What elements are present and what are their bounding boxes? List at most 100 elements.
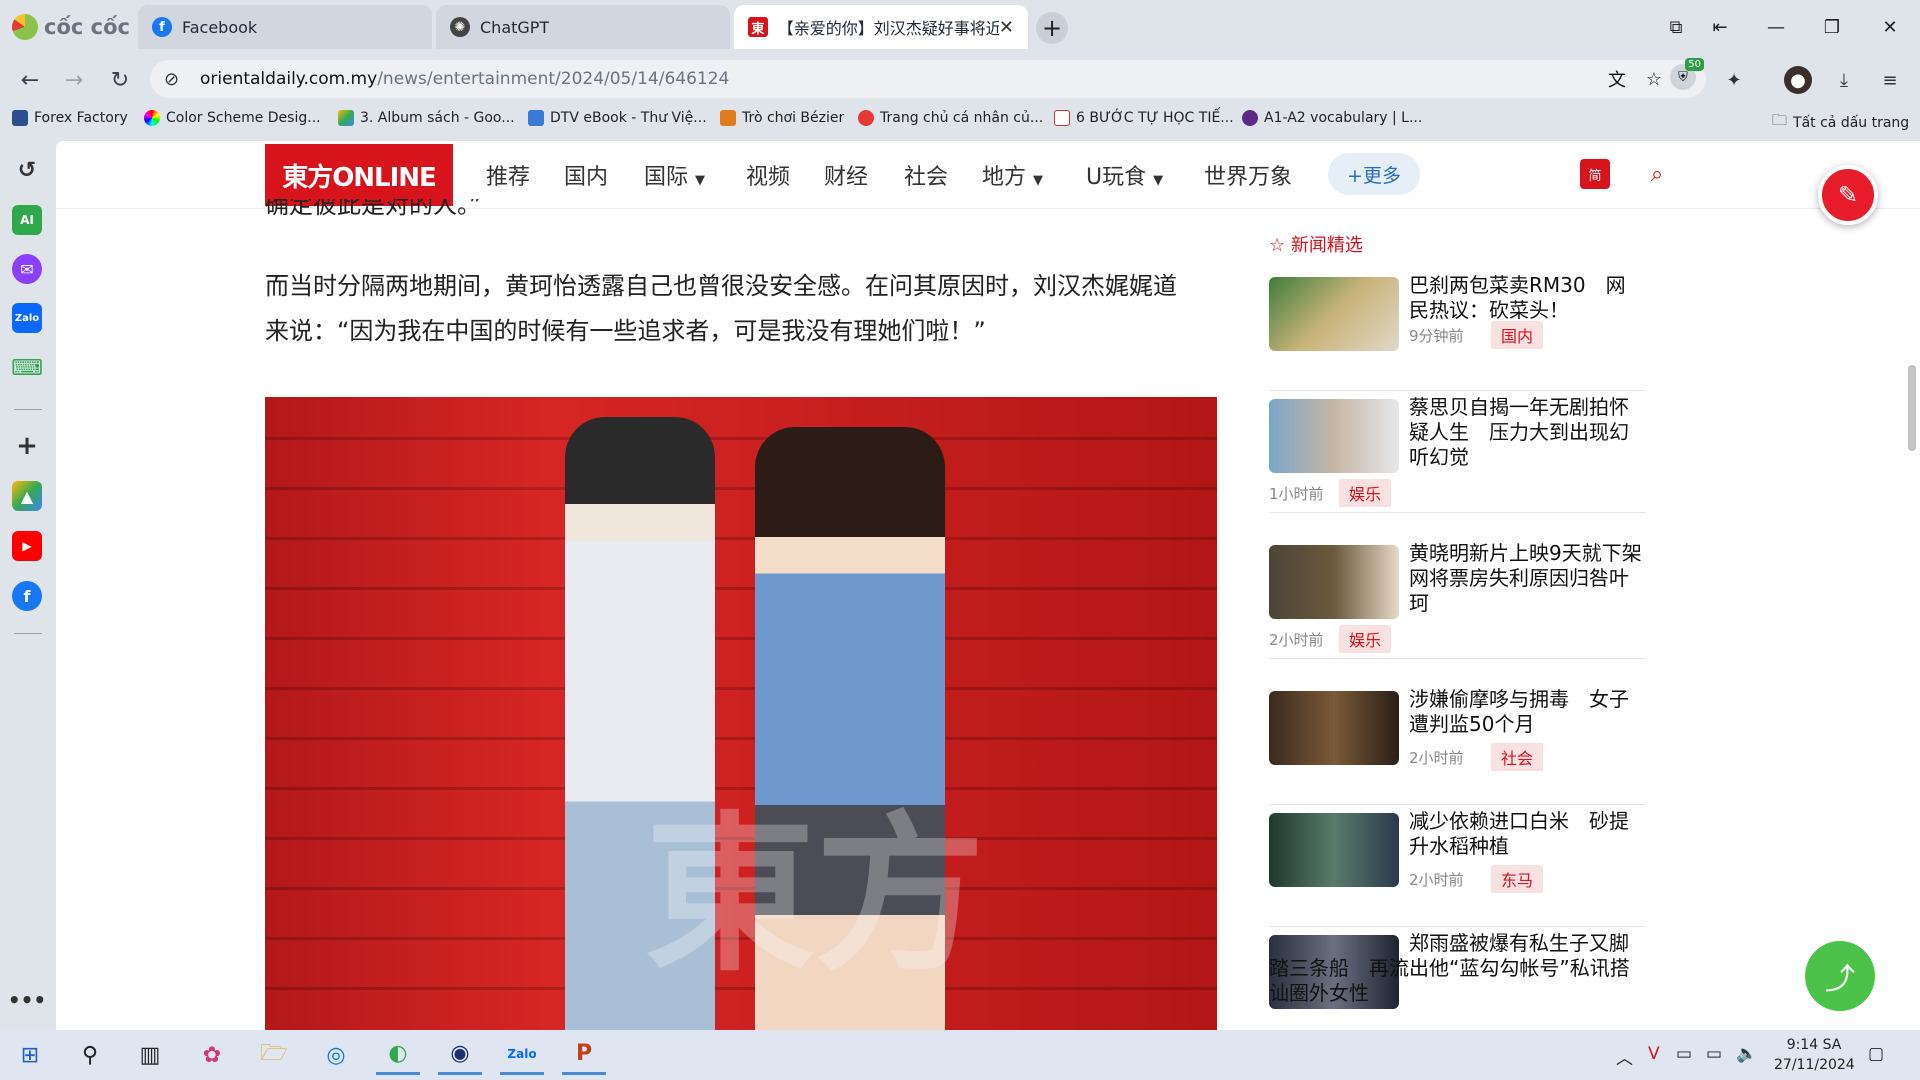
bookmark-label: Forex Factory: [34, 110, 128, 126]
tab-chatgpt[interactable]: ✺ ChatGPT: [436, 5, 730, 49]
bookmark-item[interactable]: DTV eBook - Thư Việ...: [528, 110, 707, 126]
forward-button[interactable]: →: [58, 64, 90, 96]
news-item[interactable]: 黄晓明新片上映9天就下架 网将票房失利原因归咎叶珂 2小时前 娱乐: [1269, 537, 1662, 659]
copilot-icon[interactable]: ✿: [190, 1035, 234, 1075]
site-info-icon[interactable]: ⊘: [164, 69, 179, 90]
news-item[interactable]: 减少依赖进口白米 砂提升水稻种植 2小时前 东马: [1269, 805, 1645, 927]
volume-icon[interactable]: 🔈: [1736, 1044, 1757, 1064]
tab-facebook[interactable]: f Facebook: [138, 5, 432, 49]
menu-finance[interactable]: 财经: [824, 159, 868, 191]
coccoc-taskbar-icon[interactable]: ◐: [376, 1035, 420, 1075]
caret-down-icon: ▼: [1153, 173, 1164, 188]
notification-icon[interactable]: ▢: [1868, 1044, 1884, 1064]
all-bookmarks-button[interactable]: 🗀 Tất cả dấu trang: [1772, 110, 1909, 135]
vietkey-icon[interactable]: V: [1648, 1044, 1660, 1064]
bookmark-item[interactable]: 3. Album sách - Goo...: [338, 110, 515, 126]
add-icon[interactable]: +: [12, 431, 42, 461]
menu-society[interactable]: 社会: [904, 159, 948, 191]
more-menu-button[interactable]: +更多: [1328, 153, 1420, 195]
ai-assistant-icon[interactable]: AI: [12, 205, 42, 235]
search-icon[interactable]: ⚲: [68, 1035, 112, 1075]
file-explorer-icon[interactable]: 🗁: [252, 1035, 296, 1075]
news-tag[interactable]: 娱乐: [1339, 625, 1392, 653]
news-tag[interactable]: 娱乐: [1339, 479, 1392, 507]
star-bookmark-icon[interactable]: ☆: [1646, 69, 1662, 90]
shutter-stripe: [265, 537, 1217, 540]
shield-extension-icon[interactable]: ⛨ 50: [1670, 58, 1704, 90]
new-tab-button[interactable]: +: [1036, 12, 1068, 44]
menu-food[interactable]: U玩食 ▼: [1086, 159, 1163, 191]
menu-domestic[interactable]: 国内: [564, 159, 608, 191]
news-title: 黄晓明新片上映9天就下架 网将票房失利原因归咎叶珂: [1409, 541, 1662, 615]
url-input[interactable]: ⊘ orientaldaily.com.my/news/entertainmen…: [150, 58, 1706, 98]
eclipse-icon[interactable]: ◉: [438, 1035, 482, 1075]
scrollbar-thumb[interactable]: [1908, 365, 1916, 451]
powerpoint-icon[interactable]: P: [562, 1035, 606, 1075]
browser-brand[interactable]: cốc cốc: [12, 10, 130, 44]
bookmark-item[interactable]: 6 BƯỚC TỰ HỌC TIẾ...: [1054, 110, 1234, 126]
news-tag[interactable]: 国内: [1491, 321, 1544, 349]
translate-icon[interactable]: 文: [1608, 66, 1626, 92]
share-button[interactable]: ⤴: [1805, 941, 1875, 1011]
news-tag[interactable]: 社会: [1491, 743, 1544, 771]
download-icon[interactable]: ⤓: [1830, 66, 1858, 94]
menu-world[interactable]: 世界万象: [1204, 159, 1292, 191]
floating-action-button[interactable]: ✎: [1818, 165, 1878, 225]
close-tab-icon[interactable]: ✕: [999, 17, 1014, 38]
shutter-stripe: [265, 737, 1217, 740]
orientaldaily-icon: 東: [748, 17, 768, 37]
menu-icon[interactable]: ≡: [1876, 66, 1904, 94]
task-view-icon[interactable]: ▥: [128, 1035, 172, 1075]
news-item[interactable]: 巴刹两包菜卖RM30 网民热议：砍菜头！ 9分钟前 国内: [1269, 269, 1645, 391]
news-item[interactable]: 郑雨盛被爆有私生子又脚踏三条船 再流出他“蓝勾勾帐号”私讯搭讪圈外女性: [1269, 927, 1645, 1030]
language-toggle-button[interactable]: 简: [1580, 159, 1610, 189]
bookmark-item[interactable]: Color Scheme Desig...: [144, 110, 321, 126]
maximize-button[interactable]: ❐: [1812, 8, 1852, 46]
back-arrow-icon[interactable]: ⇤: [1700, 8, 1740, 46]
messenger-icon[interactable]: ✉: [12, 254, 42, 284]
network-icon[interactable]: ▭: [1706, 1044, 1722, 1064]
chevron-up-icon[interactable]: ︿: [1616, 1044, 1633, 1069]
game-controller-icon[interactable]: ⌨: [11, 353, 43, 383]
tab-orientaldaily[interactable]: 東 【亲爱的你】刘汉杰疑好事将近 ✕: [734, 5, 1028, 49]
menu-video[interactable]: 视频: [746, 159, 790, 191]
windows-start-icon[interactable]: ⊞: [8, 1035, 52, 1075]
extensions-icon[interactable]: ✦: [1720, 66, 1748, 94]
search-icon[interactable]: ⌕: [1642, 159, 1672, 189]
site-logo[interactable]: 東方ONLINE: [265, 144, 453, 206]
menu-label: U玩食: [1086, 165, 1147, 190]
facebook-icon[interactable]: f: [12, 581, 42, 611]
close-window-button[interactable]: ✕: [1870, 8, 1910, 46]
system-clock[interactable]: 9:14 SA 27/11/2024: [1774, 1035, 1855, 1075]
news-section-title-label: 新闻精选: [1290, 235, 1363, 256]
bookmark-icon: [1242, 110, 1258, 126]
photo-watermark: 東方: [645, 797, 986, 995]
article-paragraph-line2: 来说：“因为我在中国的时候有一些追求者，可是我没有理她们啦！”: [265, 317, 986, 345]
zalo-icon[interactable]: Zalo: [12, 303, 42, 333]
youtube-icon[interactable]: ▶: [12, 531, 42, 561]
more-options-icon[interactable]: •••: [8, 985, 46, 1015]
battery-icon[interactable]: ▭: [1676, 1044, 1692, 1064]
news-item[interactable]: 涉嫌偷摩哆与拥毒 女子遭判监50个月 2小时前 社会: [1269, 683, 1645, 805]
bookmark-item[interactable]: Trò chơi Bézier: [720, 110, 844, 126]
bookmark-item[interactable]: A1-A2 vocabulary | L...: [1242, 110, 1422, 126]
tab-search-icon[interactable]: ⧉: [1656, 8, 1696, 46]
back-button[interactable]: ←: [14, 64, 46, 96]
news-item[interactable]: 蔡思贝自揭一年无剧拍怀疑人生 压力大到出现幻听幻觉 1小时前 娱乐: [1269, 391, 1645, 513]
reload-button[interactable]: ↻: [104, 64, 136, 96]
menu-local[interactable]: 地方 ▼: [982, 159, 1043, 191]
bookmark-label: 3. Album sách - Goo...: [360, 110, 515, 126]
chatgpt-icon: ✺: [450, 17, 470, 37]
history-icon[interactable]: ↺: [12, 155, 42, 185]
zalo-taskbar-icon[interactable]: Zalo: [500, 1035, 544, 1075]
menu-international[interactable]: 国际 ▼: [644, 159, 705, 191]
bookmark-item[interactable]: Trang chủ cá nhân củ...: [858, 110, 1043, 126]
news-tag[interactable]: 东马: [1491, 865, 1544, 893]
minimize-button[interactable]: —: [1756, 8, 1796, 46]
google-drive-icon[interactable]: ▲: [12, 481, 42, 511]
tab-label: 【亲爱的你】刘汉杰疑好事将近: [777, 19, 999, 38]
edge-icon[interactable]: ◎: [314, 1035, 358, 1075]
menu-recommend[interactable]: 推荐: [486, 159, 530, 191]
bookmark-item[interactable]: Forex Factory: [12, 110, 128, 126]
profile-avatar[interactable]: ●: [1784, 66, 1812, 94]
